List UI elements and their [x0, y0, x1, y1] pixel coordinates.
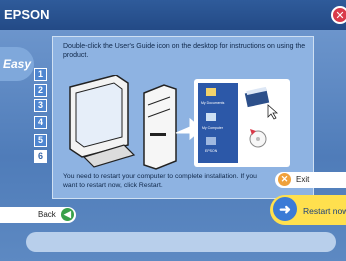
step-4[interactable]: 4 [34, 116, 47, 129]
exit-icon: ✕ [278, 173, 291, 186]
easy-mode-tab[interactable]: Easy [0, 47, 34, 81]
tower-icon [143, 84, 177, 170]
arrow-left-icon: ◀ [61, 208, 74, 221]
desktop-icon-label-0: My Documents [201, 101, 225, 105]
restart-note-text: You need to restart your computer to com… [63, 173, 257, 189]
restart-now-label: Restart now [303, 206, 346, 216]
my-documents-icon [206, 88, 216, 96]
title-bar: EPSON [0, 0, 346, 30]
step-5[interactable]: 5 [34, 134, 47, 147]
exit-label: Exit [296, 175, 310, 184]
close-button[interactable]: ✕ [331, 6, 346, 24]
desktop-preview: My Documents My Computer EPSON [194, 79, 290, 167]
arrow-right-icon: ➜ [273, 197, 297, 221]
epson-icon [206, 137, 216, 145]
step-1[interactable]: 1 [34, 68, 47, 81]
monitor-icon [69, 75, 136, 168]
instruction-text: Double-click the User's Guide icon on th… [63, 43, 306, 59]
desktop-icon-label-2: EPSON [205, 149, 218, 153]
my-computer-icon [206, 113, 216, 121]
computer-illustration: My Documents My Computer EPSON [69, 75, 290, 170]
desktop-icon-label-1: My Computer [202, 126, 224, 130]
step-2[interactable]: 2 [34, 84, 47, 97]
app-title: EPSON [4, 7, 50, 22]
step-6[interactable]: 6 [34, 150, 47, 163]
step-3[interactable]: 3 [34, 99, 47, 112]
back-label: Back [38, 210, 56, 219]
status-bar [26, 232, 336, 252]
